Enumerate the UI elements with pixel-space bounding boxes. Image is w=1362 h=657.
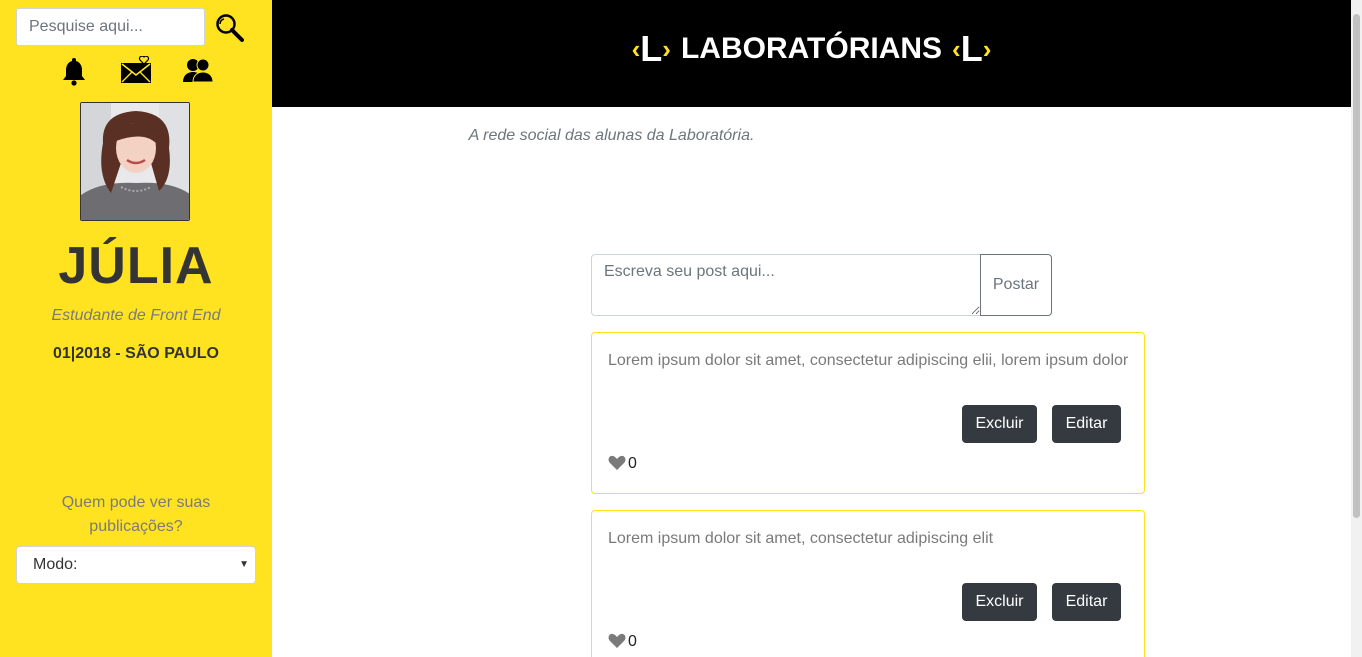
heart-icon[interactable] bbox=[608, 633, 626, 649]
like-count: 0 bbox=[628, 633, 637, 650]
sidebar: JÚLIA Estudante de Front End 01|2018 - S… bbox=[0, 0, 272, 657]
like-count: 0 bbox=[628, 455, 637, 472]
delete-button[interactable]: Excluir bbox=[962, 405, 1037, 443]
user-role: Estudante de Front End bbox=[51, 307, 221, 324]
user-name: JÚLIA bbox=[58, 237, 214, 295]
user-class-location: 01|2018 - SÃO PAULO bbox=[52, 345, 219, 362]
heart-icon[interactable] bbox=[608, 455, 626, 471]
bell-icon[interactable] bbox=[58, 56, 90, 86]
tagline: A rede social das alunas da Laboratória. bbox=[468, 127, 755, 144]
privacy-select-value: Modo: bbox=[33, 556, 78, 573]
edit-button[interactable]: Editar bbox=[1052, 583, 1121, 621]
page-title: ‹ L › LABORATÓRIANS ‹ L › bbox=[272, 28, 1351, 70]
laboratoria-logo-icon: ‹ L › bbox=[631, 28, 671, 69]
privacy-label: Quem pode ver suas publicações? bbox=[61, 494, 211, 535]
users-icon[interactable] bbox=[182, 56, 214, 86]
header: ‹ L › LABORATÓRIANS ‹ L › bbox=[272, 0, 1351, 107]
mail-heart-icon[interactable] bbox=[120, 55, 152, 86]
delete-button[interactable]: Excluir bbox=[962, 583, 1037, 621]
post-input[interactable] bbox=[591, 254, 981, 316]
post-card: Lorem ipsum dolor sit amet, consectetur … bbox=[591, 332, 1145, 494]
privacy-select[interactable]: Modo: ▼ bbox=[16, 546, 256, 584]
post-text: Lorem ipsum dolor sit amet, consectetur … bbox=[608, 352, 1129, 369]
avatar bbox=[80, 102, 190, 221]
post-card: Lorem ipsum dolor sit amet, consectetur … bbox=[591, 510, 1145, 657]
scrollbar-thumb[interactable] bbox=[1353, 14, 1360, 518]
search-input[interactable] bbox=[16, 8, 205, 46]
scrollbar[interactable] bbox=[1351, 0, 1362, 657]
chevron-down-icon: ▼ bbox=[239, 559, 249, 570]
edit-button[interactable]: Editar bbox=[1052, 405, 1121, 443]
post-button[interactable]: Postar bbox=[980, 254, 1052, 316]
search-icon[interactable] bbox=[214, 12, 246, 44]
site-title: LABORATÓRIANS bbox=[680, 32, 943, 65]
post-text: Lorem ipsum dolor sit amet, consectetur … bbox=[608, 530, 994, 547]
laboratoria-logo-icon: ‹ L › bbox=[952, 28, 992, 69]
